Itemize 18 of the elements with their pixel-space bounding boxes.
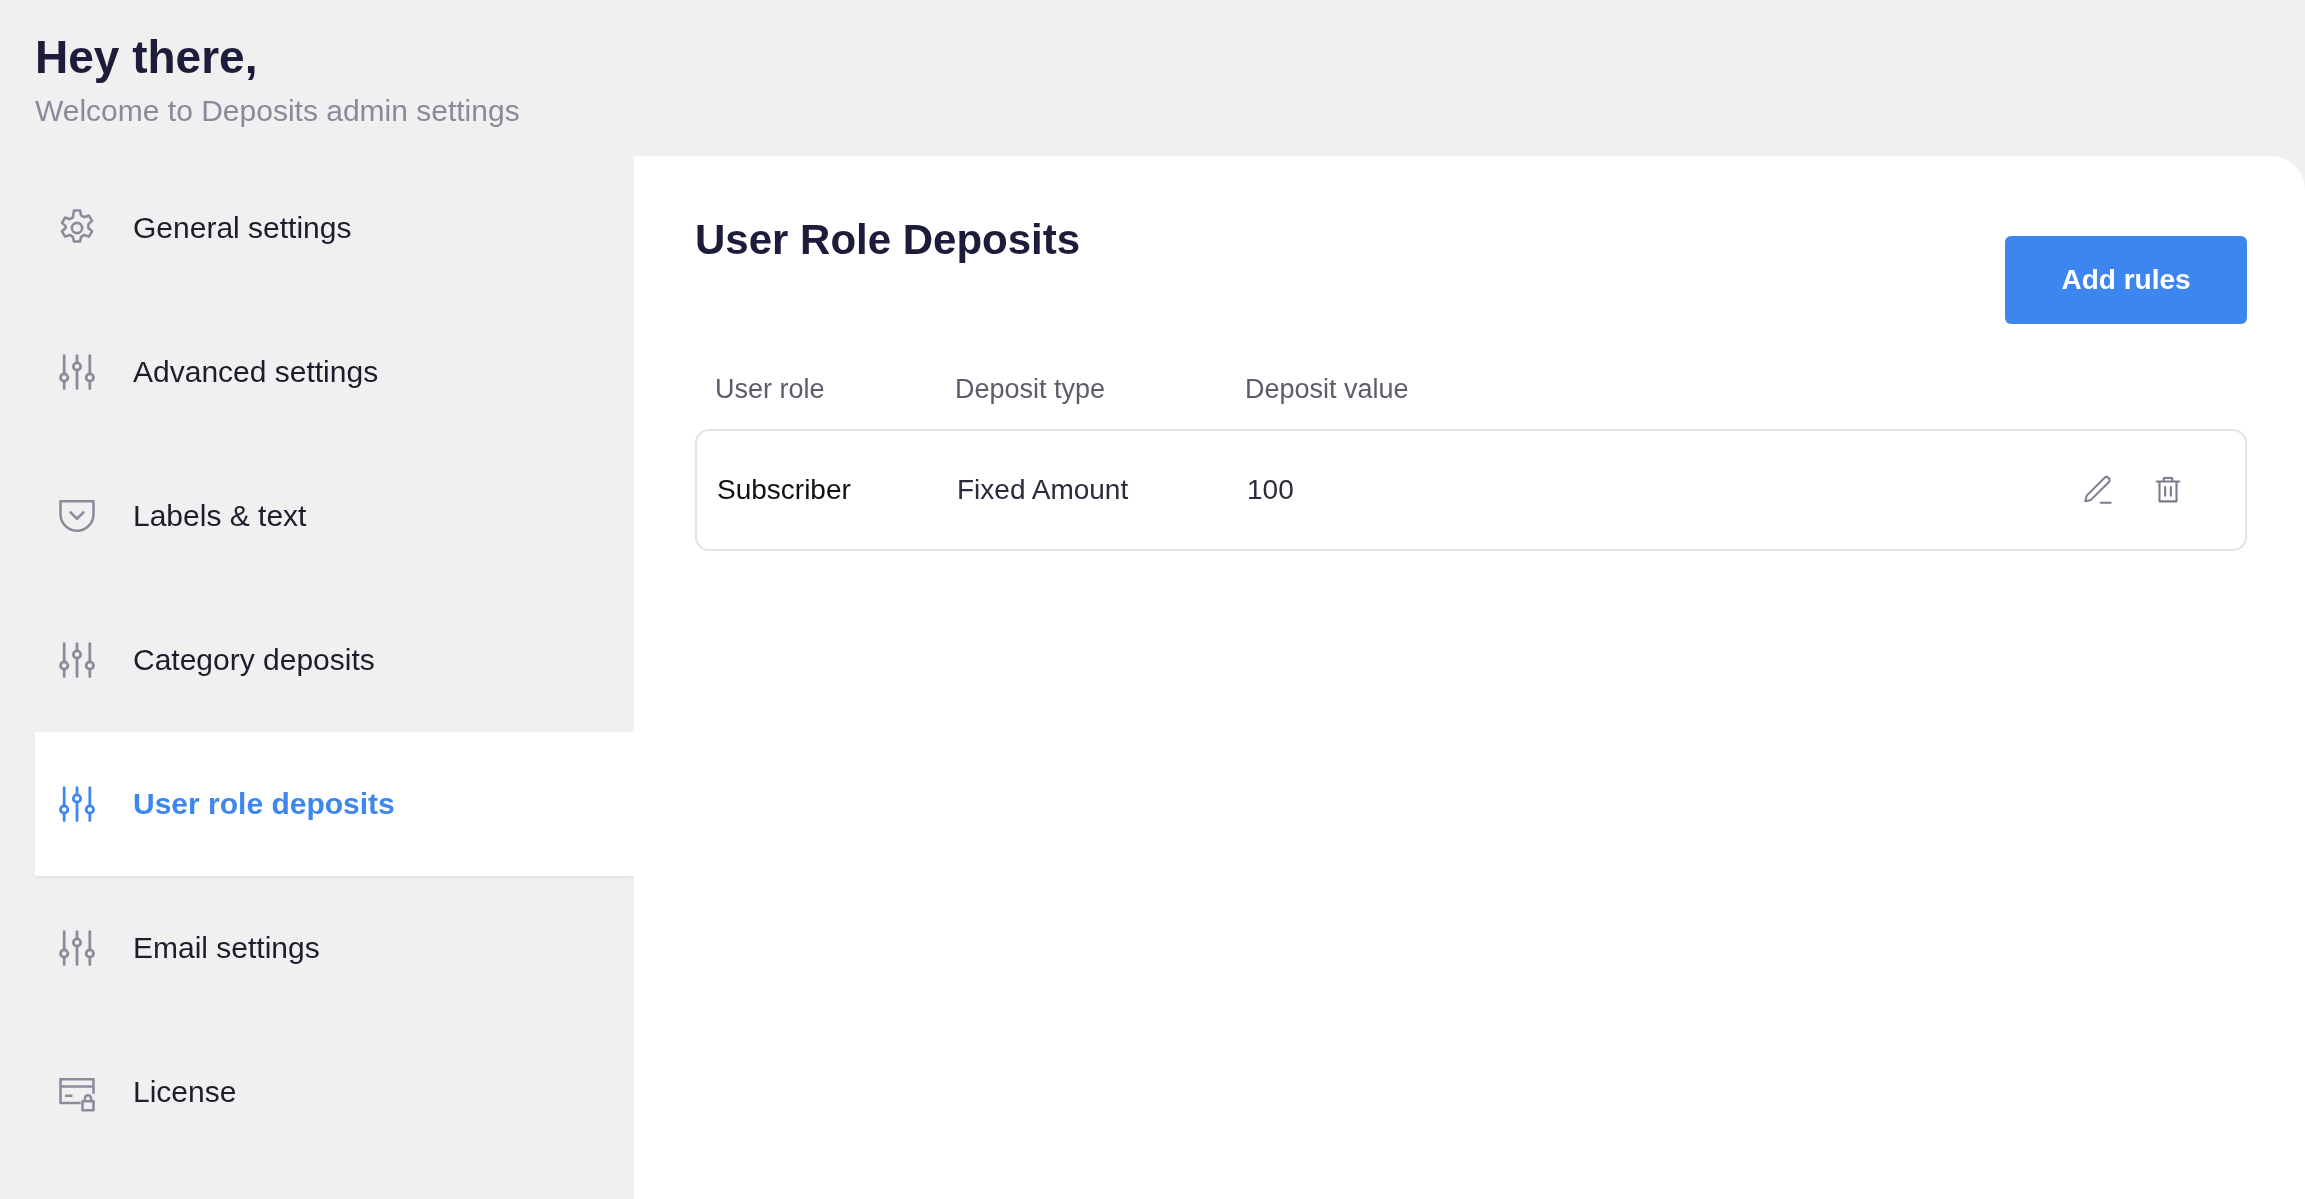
table-cell-text: Fixed Amount xyxy=(957,474,1130,506)
column-header: User role xyxy=(715,374,826,405)
sidebar-item[interactable]: General settings xyxy=(35,156,634,300)
sidebar-item[interactable]: Email settings xyxy=(35,876,634,1020)
sidebar-item[interactable]: Category deposits xyxy=(35,588,634,732)
column-header: Deposit value xyxy=(1245,374,1410,405)
sidebar-item[interactable]: User role deposits xyxy=(35,732,634,876)
greeting-title: Hey there, xyxy=(35,30,259,84)
column-header: Deposit type xyxy=(955,374,1107,405)
edit-icon[interactable] xyxy=(2081,473,2115,507)
table-cell-text: 100 xyxy=(1247,474,1295,506)
add-rules-button[interactable]: Add rules xyxy=(2005,236,2247,324)
table-cell-text: Subscriber xyxy=(717,474,852,506)
sidebar-item[interactable]: License xyxy=(35,1020,634,1164)
welcome-subtitle: Welcome to Deposits admin settings xyxy=(35,94,521,128)
panel-title: User Role Deposits xyxy=(695,216,1081,264)
sidebar-item[interactable]: Labels & text xyxy=(35,444,634,588)
sidebar-item[interactable]: Advanced settings xyxy=(35,300,634,444)
